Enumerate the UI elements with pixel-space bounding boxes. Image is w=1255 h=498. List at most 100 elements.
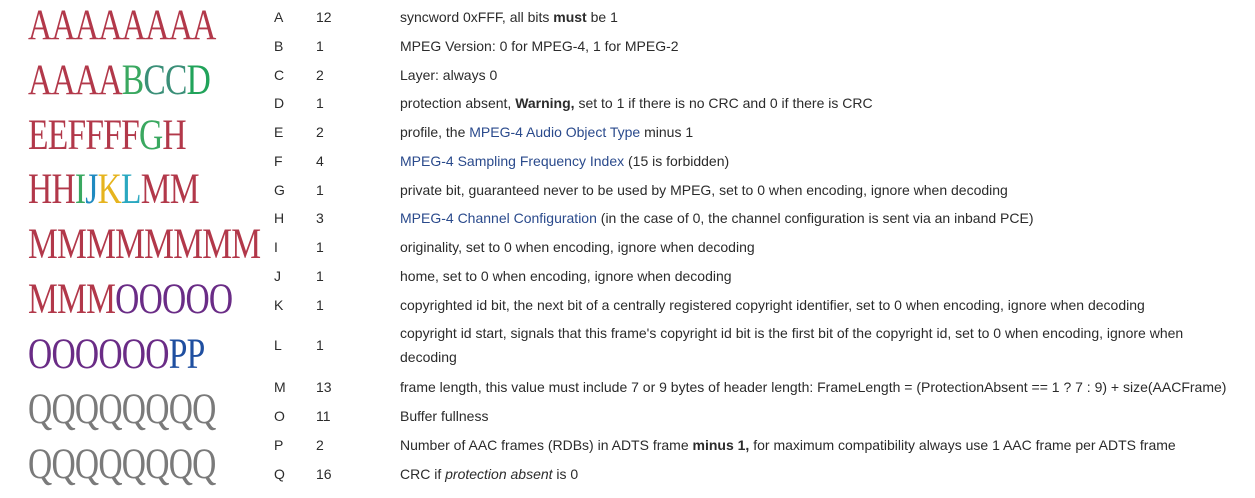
bit-letter: O: [51, 331, 75, 378]
field-length: 1: [316, 182, 324, 198]
spec-link[interactable]: MPEG-4 Sampling Frequency Index: [400, 153, 624, 169]
bit-row: AAAAAAAA: [28, 4, 216, 47]
field-description: CRC if protection absent is 0: [400, 460, 1240, 488]
description-text: be 1: [586, 9, 618, 25]
bit-letter: P: [186, 331, 206, 378]
bit-row: EEFFFFGH: [28, 112, 187, 159]
field-letter: P: [274, 437, 284, 453]
field-letter: L: [274, 337, 282, 353]
description-text: MPEG Version: 0 for MPEG-4, 1 for MPEG-2: [400, 38, 679, 54]
bit-row: MMMMMMMM: [28, 221, 261, 268]
description-text: (in the case of 0, the channel configura…: [596, 210, 1034, 226]
spec-link[interactable]: MPEG-4 Audio Object Type: [469, 124, 640, 140]
bit-row: MMMOOOOO: [28, 276, 233, 323]
bit-row: AAAABCCD: [28, 57, 211, 104]
bit-letter: Q: [121, 386, 146, 433]
field-letter: A: [274, 9, 284, 25]
field-letter: H: [274, 210, 285, 226]
bit-letter: O: [28, 331, 52, 378]
field-length: 2: [316, 124, 324, 140]
field-description: MPEG-4 Channel Configuration (in the cas…: [400, 204, 1240, 232]
field-letter: J: [274, 268, 281, 284]
field-description: copyright id start, signals that this fr…: [400, 321, 1240, 369]
field-letter: Q: [274, 466, 285, 482]
description-text: is 0: [552, 466, 579, 482]
field-description: frame length, this value must include 7 …: [400, 373, 1240, 401]
bit-letter: A: [74, 2, 99, 49]
bit-row: QQQQQQQQ: [28, 388, 216, 431]
description-text: syncword 0xFFF, all bits: [400, 9, 554, 25]
bit-letter: O: [74, 331, 99, 378]
field-length: 1: [316, 337, 324, 353]
field-letter: O: [274, 408, 285, 424]
bit-letter: M: [169, 166, 200, 213]
bit-row: QQQQQQQQ: [28, 443, 216, 486]
description-text: profile, the: [400, 124, 470, 140]
description-text: copyrighted id bit, the next bit of a ce…: [400, 297, 1145, 313]
description-text: set to 1 if there is no CRC and 0 if the…: [574, 95, 873, 111]
field-letter: C: [274, 67, 285, 83]
field-letter: I: [274, 239, 278, 255]
field-letter: M: [274, 379, 286, 395]
emphasis-text: minus 1,: [692, 437, 750, 453]
bit-letter: A: [145, 2, 169, 49]
bit-letter: Q: [145, 441, 169, 488]
bit-letter: H: [162, 112, 186, 159]
field-length: 4: [316, 153, 324, 169]
field-length: 12: [316, 9, 332, 25]
bit-letter: M: [202, 221, 232, 268]
bit-letter: G: [138, 112, 163, 159]
field-description: private bit, guaranteed never to be used…: [400, 176, 1240, 204]
bit-letter: F: [103, 112, 122, 159]
bit-letter: L: [121, 166, 142, 213]
bit-row: OOOOOOPP: [28, 331, 206, 378]
bit-letter: Q: [28, 441, 52, 488]
italic-text: protection absent: [445, 466, 553, 482]
bit-letter: A: [74, 57, 99, 104]
bit-letter: O: [185, 276, 209, 323]
description-text: (15 is forbidden): [624, 153, 730, 169]
description-text: Layer: always 0: [400, 67, 498, 83]
description-text: home, set to 0 when encoding, ignore whe…: [400, 268, 732, 284]
bit-letter: M: [28, 276, 58, 323]
bit-letter: O: [98, 331, 122, 378]
bit-letter: M: [86, 276, 116, 323]
bit-letter: Q: [98, 441, 122, 488]
bit-letter: A: [51, 57, 75, 104]
bit-letter: Q: [74, 386, 99, 433]
bit-letter: F: [121, 112, 140, 159]
bit-letter: M: [173, 221, 203, 268]
emphasis-text: Warning,: [515, 95, 575, 111]
bit-letter: A: [28, 57, 52, 104]
emphasis-text: must: [553, 9, 587, 25]
bit-letter: J: [85, 166, 98, 213]
bit-letter: A: [98, 57, 122, 104]
bit-letter: A: [98, 2, 122, 49]
bit-letter: A: [28, 2, 52, 49]
bit-letter: E: [47, 112, 69, 159]
bit-letter: O: [162, 276, 186, 323]
bit-letter: C: [143, 57, 165, 104]
field-description: Number of AAC frames (RDBs) in ADTS fram…: [400, 431, 1240, 459]
bit-letter: F: [85, 112, 104, 159]
description-text: originality, set to 0 when encoding, ign…: [400, 239, 755, 255]
spec-link[interactable]: MPEG-4 Channel Configuration: [400, 210, 597, 226]
field-length: 1: [316, 95, 324, 111]
bit-letter: Q: [168, 386, 193, 433]
bit-letter: M: [86, 221, 116, 268]
bit-letter: Q: [192, 441, 216, 488]
field-description: protection absent, Warning, set to 1 if …: [400, 89, 1240, 117]
description-text: for maximum compatibility always use 1 A…: [749, 437, 1176, 453]
bit-letter: E: [28, 112, 49, 159]
field-length: 1: [316, 38, 324, 54]
bit-letter: Q: [28, 386, 52, 433]
bit-letter: Q: [145, 386, 169, 433]
bit-letter: H: [51, 166, 75, 213]
field-letter: K: [274, 297, 284, 313]
bit-letter: M: [57, 276, 87, 323]
field-length: 11: [316, 408, 331, 424]
field-letter: E: [274, 124, 284, 140]
field-description: home, set to 0 when encoding, ignore whe…: [400, 262, 1240, 290]
bit-letter: A: [168, 2, 193, 49]
field-description: syncword 0xFFF, all bits must be 1: [400, 3, 1240, 31]
